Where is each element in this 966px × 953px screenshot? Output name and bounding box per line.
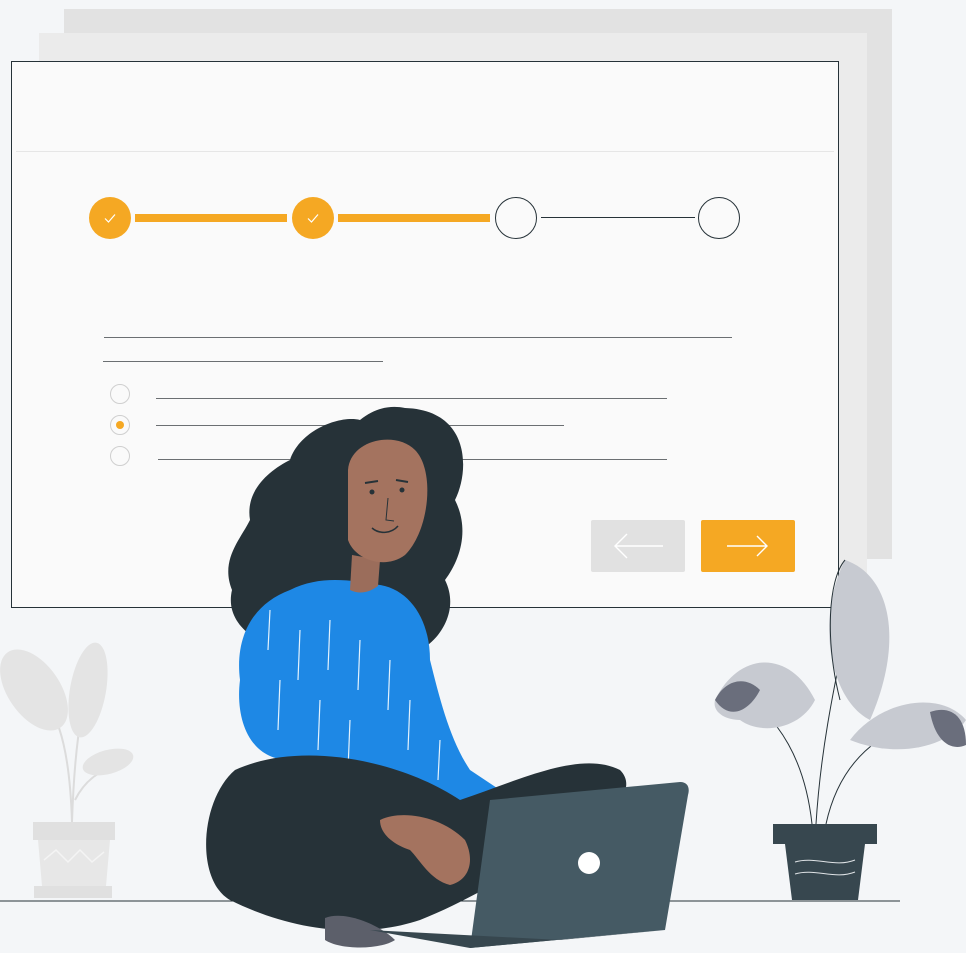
arrow-right-icon <box>727 535 768 557</box>
window-header-divider <box>16 151 834 152</box>
question-title-line <box>104 337 732 338</box>
sweater <box>239 580 501 815</box>
hand <box>380 815 470 885</box>
option-label-line-1 <box>156 398 667 399</box>
option-radio-2-selected[interactable] <box>110 415 130 435</box>
plant-right-icon <box>714 559 966 900</box>
step-3-pending[interactable] <box>495 197 537 239</box>
checkmark-icon <box>307 214 319 223</box>
radio-selected-dot <box>116 421 124 429</box>
step-connector-2 <box>338 214 490 222</box>
plant-left-icon <box>0 642 134 898</box>
checkmark-icon <box>104 214 116 223</box>
step-connector-1 <box>135 214 287 222</box>
step-connector-3 <box>541 217 695 218</box>
option-radio-3[interactable] <box>110 446 130 466</box>
legs <box>206 755 627 948</box>
option-label-line-3 <box>158 459 667 460</box>
onboarding-illustration <box>0 0 966 953</box>
step-1-completed[interactable] <box>89 197 131 239</box>
arrow-left-icon <box>614 533 663 559</box>
back-button[interactable] <box>591 520 685 572</box>
option-radio-1[interactable] <box>110 384 130 404</box>
question-subtitle-line <box>103 361 383 362</box>
step-2-completed[interactable] <box>292 197 334 239</box>
laptop-icon <box>370 782 689 948</box>
next-button[interactable] <box>701 520 795 572</box>
step-4-pending[interactable] <box>698 197 740 239</box>
option-label-line-2 <box>156 425 564 426</box>
